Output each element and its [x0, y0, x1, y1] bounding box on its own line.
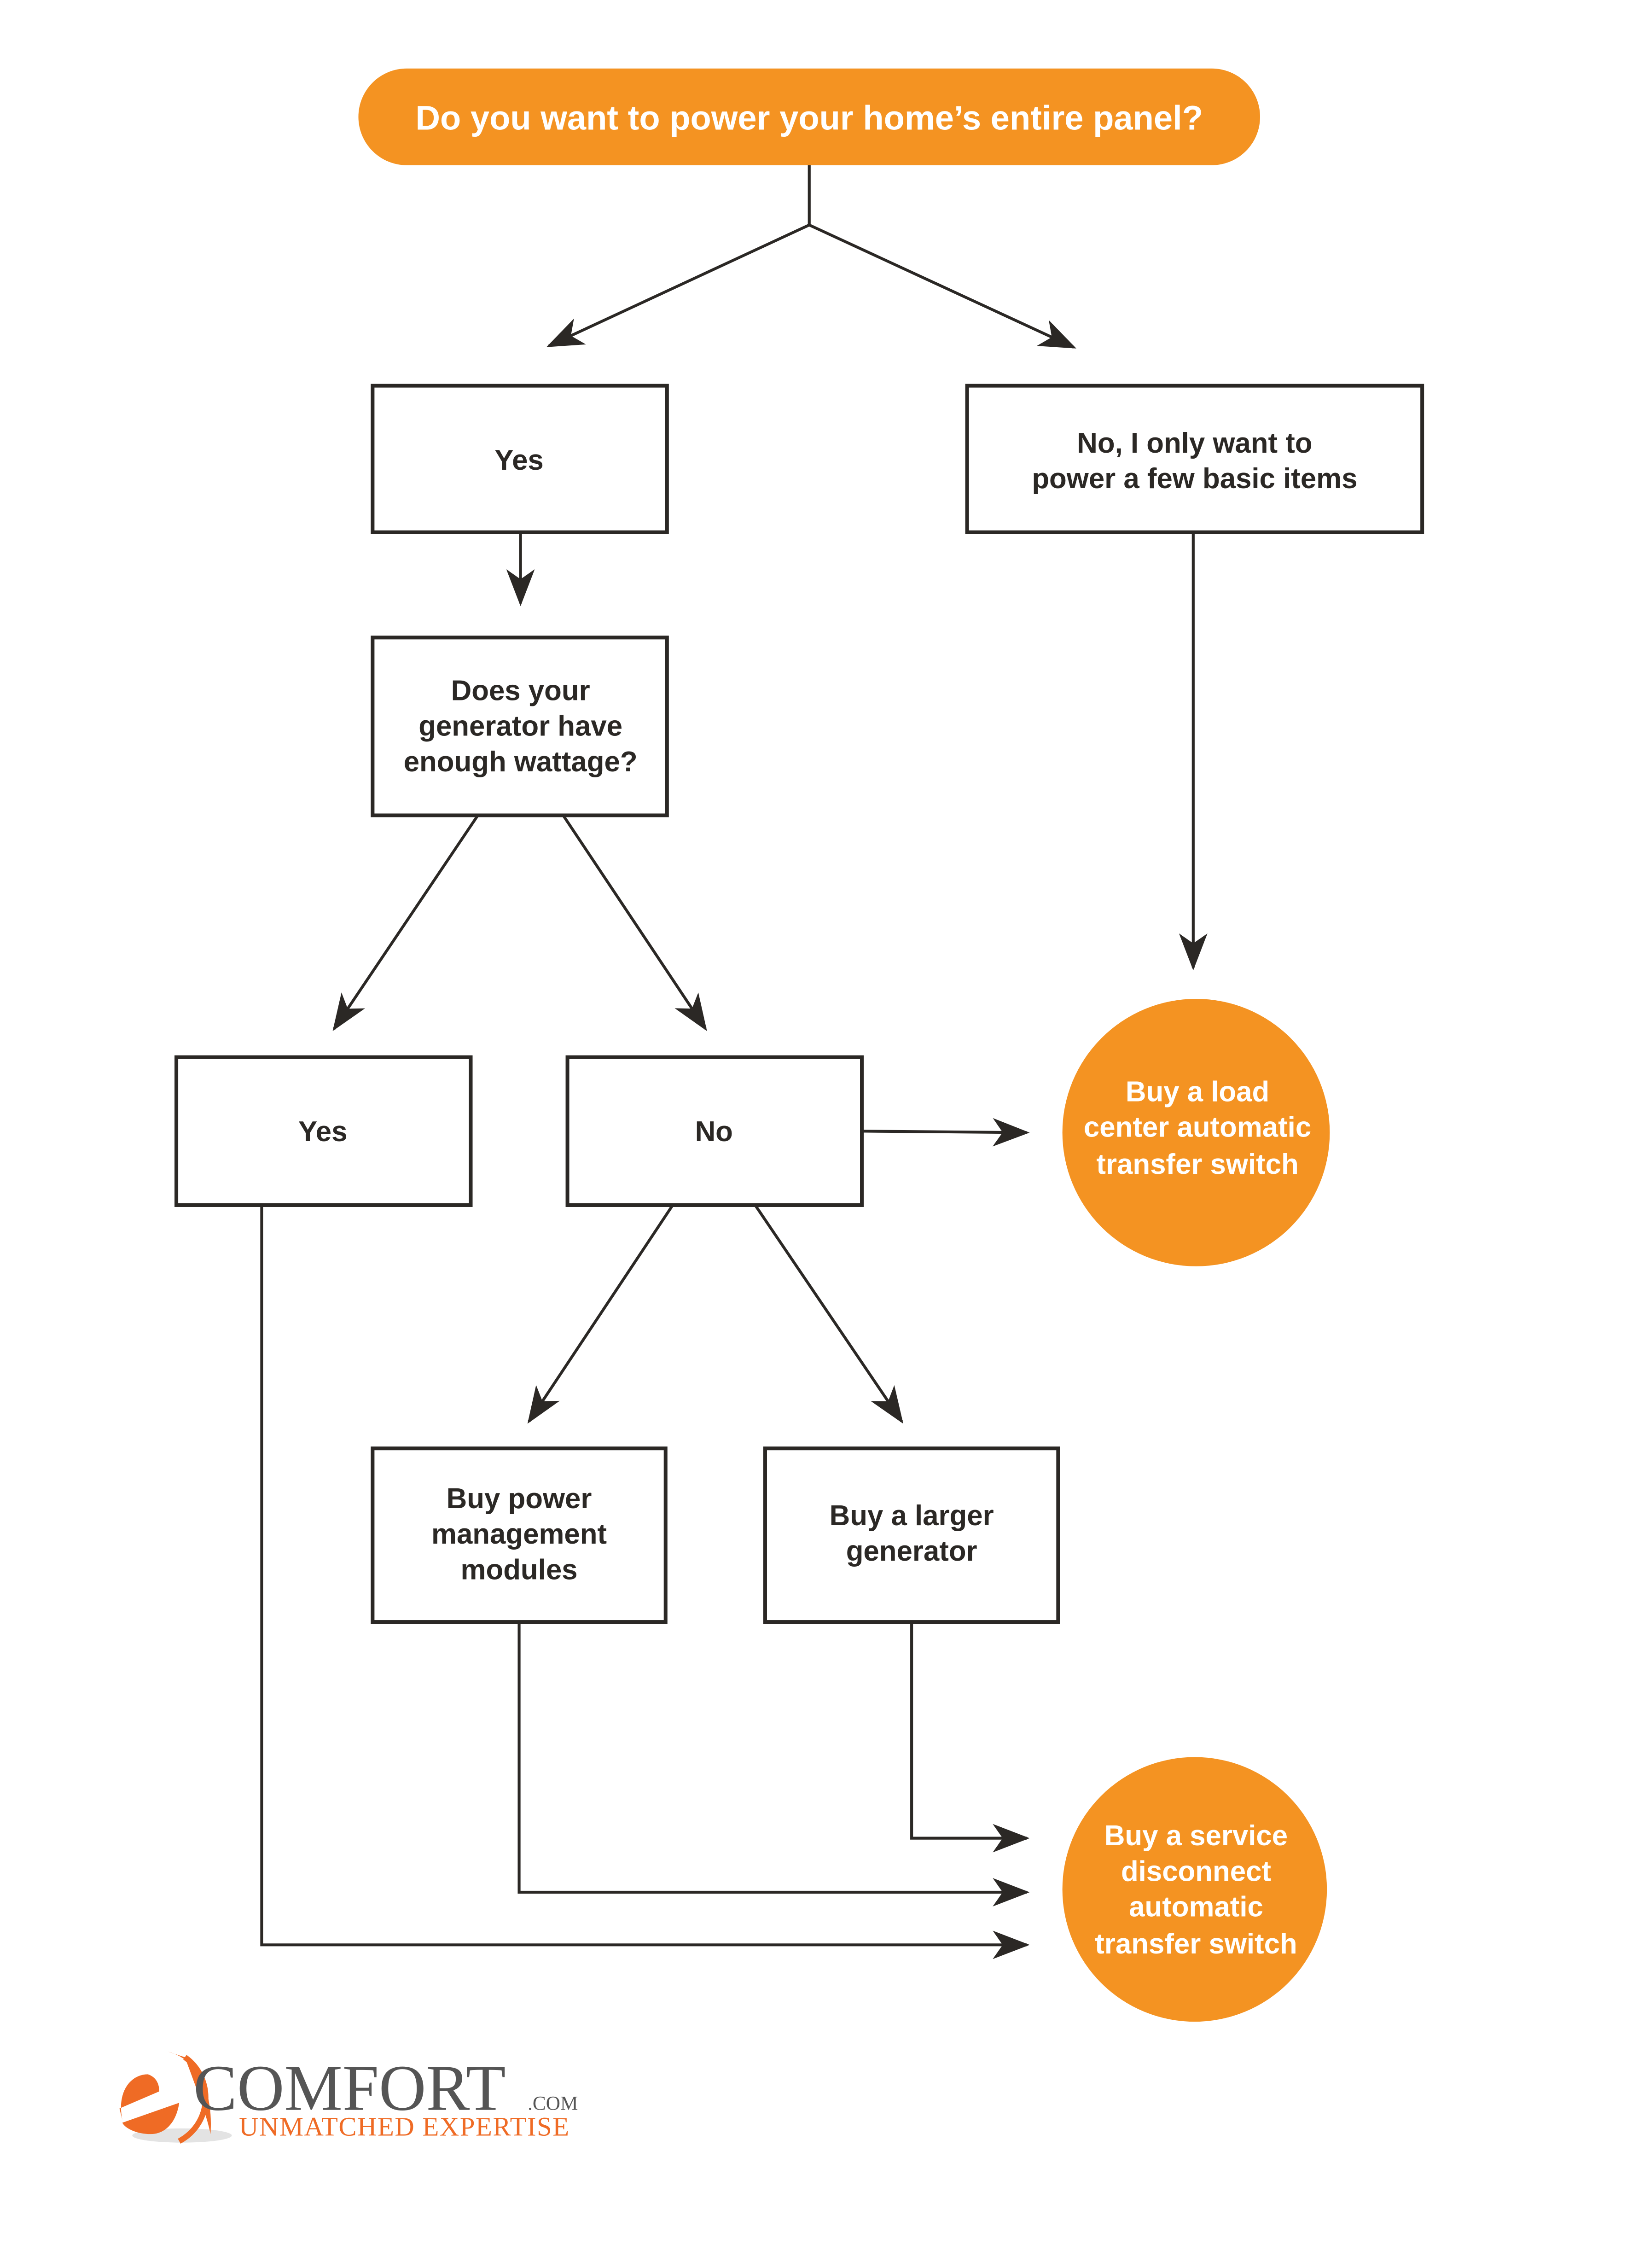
arrow-no-to-power-modules [527, 1204, 674, 1424]
node-label-line-1: Buy a service [1104, 1820, 1288, 1852]
arrow-larger-generator-to-service [910, 1622, 1030, 1853]
node-label-line-2: power a few basic items [1032, 463, 1357, 495]
node-label-line-1: Buy a larger [830, 1500, 994, 1532]
arrow-no-to-load-center [862, 1118, 1030, 1147]
node-label-line-2: generator have [418, 711, 622, 742]
node-label: No [695, 1116, 733, 1148]
node-label: Yes [298, 1116, 347, 1148]
arrow-power-modules-to-service [517, 1622, 1030, 1907]
node-label-line-1: Does your [451, 675, 590, 706]
arrow-wattage-to-yes [332, 814, 479, 1032]
node-label-line-3: modules [461, 1554, 578, 1586]
node-label-line-3: transfer switch [1096, 1149, 1298, 1180]
node-power-modules: Buy power management modules [371, 1446, 668, 1624]
node-yes-wattage: Yes [174, 1055, 473, 1207]
arrow-wattage-to-no [562, 814, 707, 1032]
node-label-line-4: transfer switch [1095, 1928, 1297, 1960]
node-label-line-2: generator [846, 1535, 977, 1567]
node-wattage-question: Does your generator have enough wattage? [371, 636, 669, 817]
arrow-to-yes-panel [546, 223, 810, 347]
node-label-line-1: No, I only want to [1077, 427, 1312, 459]
node-label-line-2: management [431, 1518, 607, 1550]
node-yes-panel: Yes [371, 384, 669, 534]
node-label-line-3: enough wattage? [404, 746, 638, 778]
ecomfort-logo: COMFORT .COM UNMATCHED EXPERTISE [119, 2052, 578, 2144]
node-label-line-1: Buy power [447, 1483, 592, 1515]
arrow-to-no-basic [808, 223, 1076, 349]
flowchart: Do you want to power your home’s entire … [119, 68, 1424, 2144]
node-service-disconnect-ats: Buy a service disconnect automatic trans… [1062, 1757, 1327, 2022]
logo-tagline: UNMATCHED EXPERTISE [239, 2111, 570, 2141]
node-no-basic: No, I only want to power a few basic ite… [965, 384, 1424, 534]
node-no-wattage: No [565, 1055, 864, 1207]
node-label: Yes [494, 444, 544, 476]
outcome-circle [1062, 1757, 1327, 2022]
title-node: Do you want to power your home’s entire … [358, 68, 1260, 165]
node-load-center-ats: Buy a load center automatic transfer swi… [1062, 999, 1330, 1266]
node-label-line-2: disconnect [1121, 1855, 1271, 1887]
edge-title-split [546, 165, 1076, 349]
arrow-no-to-larger-generator [754, 1204, 903, 1424]
node-label-line-1: Buy a load [1126, 1076, 1269, 1108]
node-label-line-2: center automatic [1084, 1112, 1311, 1143]
node-larger-generator: Buy a larger generator [763, 1446, 1060, 1624]
node-label-line-3: automatic [1129, 1891, 1263, 1923]
title-text: Do you want to power your home’s entire … [415, 99, 1203, 137]
